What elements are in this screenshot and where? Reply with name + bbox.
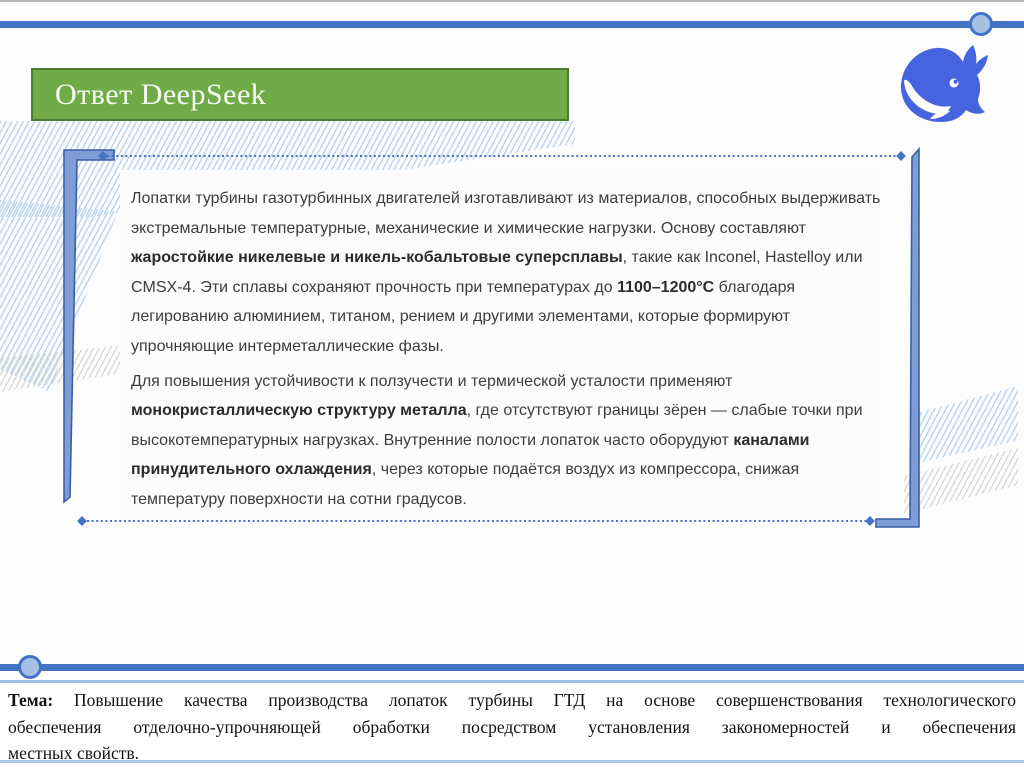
- ans-line: Лопатки турбины газотурбинных двигателей…: [131, 190, 881, 207]
- right-bracket-shape: [875, 146, 920, 528]
- ans-line: жаростойкие никелевые и никель-кобальтов…: [131, 249, 863, 267]
- answer-paragraphs: Лопатки турбины газотурбинных двигателей…: [131, 184, 881, 515]
- answer-text-box: Лопатки турбины газотурбинных двигателей…: [120, 170, 882, 516]
- ans-line: принудительного охлаждения, через которы…: [131, 461, 800, 479]
- ans-line: температуру поверхности на сотни градусо…: [131, 490, 467, 508]
- bottom-accent-circle: [18, 655, 42, 679]
- ans-line: CMSX-4. Эти сплавы сохраняют прочность п…: [131, 278, 795, 296]
- diamond-endpoint: [896, 151, 906, 161]
- slide-title-box: Ответ DeepSeek: [31, 68, 569, 121]
- top-accent-bar: [0, 21, 1024, 28]
- presentation-slide: Ответ DeepSeek Лопатки турбины газотурби…: [0, 0, 1024, 767]
- footer-line: Тема: Повышение качества производства ло…: [8, 690, 1016, 710]
- ans-line: легированию алюминием, титаном, рением и…: [131, 308, 791, 326]
- diamond-endpoint: [77, 516, 87, 526]
- bottom-edge-line: [0, 760, 1024, 763]
- bottom-accent-bar: [0, 664, 1024, 671]
- deepseek-whale-icon: [901, 45, 988, 122]
- ans-line: упрочняющие интерметаллические фазы.: [131, 337, 444, 355]
- ans-line: высокотемпературных нагрузках. Внутренни…: [131, 431, 810, 449]
- screen-top-edge: [0, 0, 1024, 2]
- slide-title: Ответ DeepSeek: [55, 77, 267, 111]
- ans-line: экстремальные температурные, механически…: [131, 219, 806, 237]
- footer-topic: Тема: Повышение качества производства ло…: [0, 684, 1024, 763]
- footer-line: обеспечения отделочно-упрочняющей обрабо…: [8, 716, 1016, 737]
- divider-line: [0, 680, 1024, 683]
- top-accent-circle: [969, 12, 993, 36]
- ans-line: Для повышения устойчивости к ползучести …: [131, 372, 733, 390]
- diamond-endpoint: [865, 516, 875, 526]
- ans-line: монокристаллическую структуру металла, г…: [131, 402, 863, 420]
- topic-text: Тема: Повышение качества производства ло…: [8, 687, 1016, 767]
